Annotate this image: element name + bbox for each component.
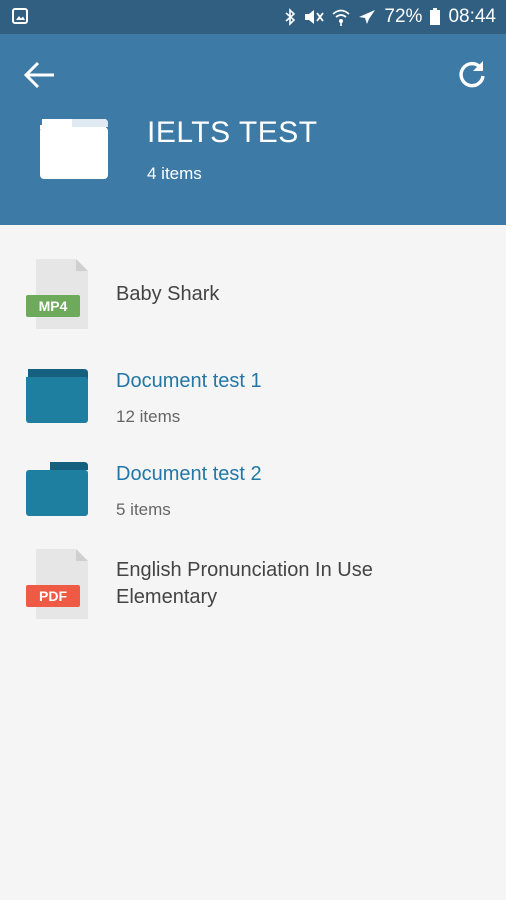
mp4-file-icon: MP4 bbox=[26, 259, 88, 329]
battery-icon bbox=[430, 8, 441, 25]
status-bar: 72% 08:44 bbox=[0, 0, 506, 34]
folder-item-count: 12 items bbox=[116, 407, 181, 426]
image-notification-icon bbox=[12, 8, 28, 24]
folder-icon bbox=[40, 119, 108, 179]
list-item-english-pronunciation[interactable]: PDF English Pronunciation In Use Element… bbox=[0, 545, 506, 625]
back-arrow-icon[interactable] bbox=[22, 60, 58, 90]
file-type-badge: PDF bbox=[39, 588, 67, 604]
page-title: IELTS TEST bbox=[147, 116, 318, 149]
bluetooth-icon bbox=[285, 8, 296, 26]
folder-header: IELTS TEST 4 items bbox=[0, 34, 506, 225]
battery-percent: 72% bbox=[384, 6, 423, 27]
airplane-icon bbox=[359, 10, 376, 24]
refresh-icon[interactable] bbox=[456, 58, 488, 90]
file-name: Baby Shark bbox=[116, 283, 220, 305]
folder-item-count: 5 items bbox=[116, 500, 171, 519]
list-item-baby-shark[interactable]: MP4 Baby Shark bbox=[0, 255, 506, 335]
folder-name: Document test 2 bbox=[116, 463, 262, 485]
clock: 08:44 bbox=[448, 6, 496, 27]
pdf-file-icon: PDF bbox=[26, 549, 88, 619]
file-type-badge: MP4 bbox=[39, 298, 68, 314]
wifi-icon bbox=[332, 9, 351, 26]
list-item-document-test-1[interactable]: Document test 1 12 items bbox=[0, 360, 506, 435]
list-item-document-test-2[interactable]: Document test 2 5 items bbox=[0, 453, 506, 528]
folder-name: Document test 1 bbox=[116, 370, 262, 392]
folder-icon bbox=[26, 462, 88, 516]
mute-icon bbox=[305, 10, 325, 24]
file-name: English Pronunciation In Use Elementary bbox=[116, 559, 373, 608]
folder-icon bbox=[26, 369, 88, 423]
item-count: 4 items bbox=[147, 164, 202, 183]
